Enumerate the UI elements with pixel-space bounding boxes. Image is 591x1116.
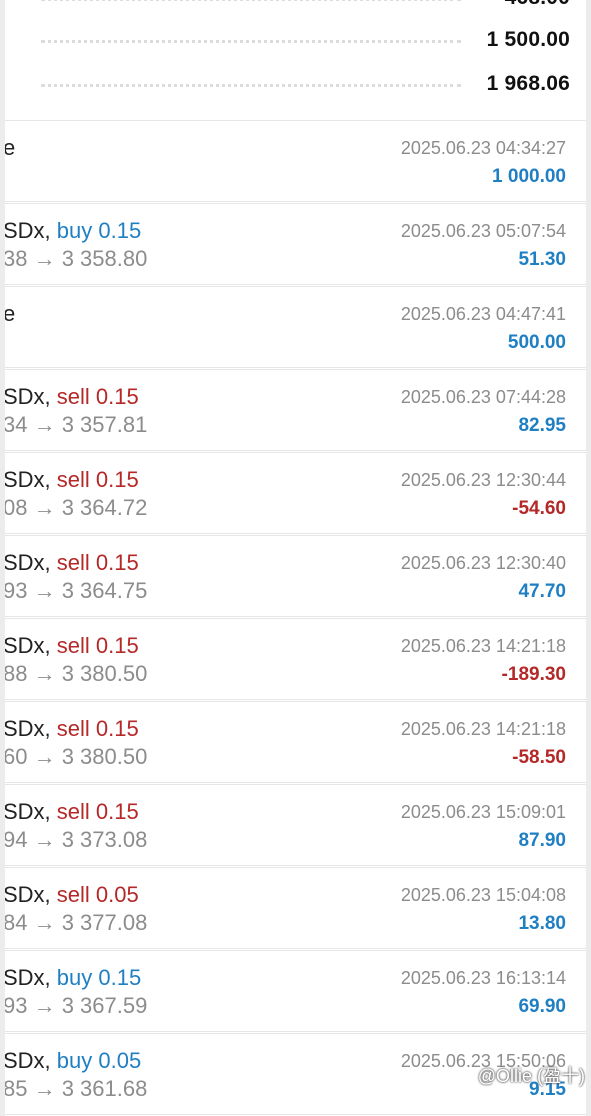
deal-side: sell xyxy=(56,384,90,409)
deal-symbol-line: SDx, sell 0.05 xyxy=(5,882,139,908)
dotted-leader xyxy=(41,0,461,1)
deal-side: sell xyxy=(56,550,90,575)
deal-symbol: SDx, xyxy=(5,965,57,990)
deal-row[interactable]: SDx, buy 0.15 38 → 3 358.80 2025.06.23 05:… xyxy=(5,203,586,285)
deal-side: sell xyxy=(56,716,90,741)
deal-volume: 0.15 xyxy=(89,799,139,824)
deals-list: e 2025.06.23 04:34:27 1 000.00 SDx, buy 0.1… xyxy=(5,120,586,1116)
deal-row[interactable]: SDx, sell 0.15 88 → 3 380.50 2025.06.23 14… xyxy=(5,618,586,700)
deal-volume: 0.15 xyxy=(89,467,139,492)
deal-symbol: e xyxy=(5,301,16,326)
watermark-text: @Ollie (盈十) xyxy=(477,1066,585,1086)
deal-profit: 87.90 xyxy=(518,830,566,851)
deal-prices: 08 → 3 364.72 xyxy=(5,495,148,520)
deal-profit: -58.50 xyxy=(512,747,566,768)
deal-symbol: SDx, xyxy=(5,218,57,243)
deal-symbol-line: SDx, sell 0.15 xyxy=(5,633,139,659)
deal-volume: 0.15 xyxy=(89,633,139,658)
deal-row[interactable]: SDx, sell 0.15 94 → 3 373.08 2025.06.23 15… xyxy=(5,784,586,866)
deal-symbol-line: SDx, sell 0.15 xyxy=(5,384,139,410)
deal-symbol-line: SDx, sell 0.15 xyxy=(5,550,139,576)
deal-row[interactable]: SDx, sell 0.15 93 → 3 364.75 2025.06.23 12… xyxy=(5,535,586,617)
deal-row[interactable]: SDx, sell 0.15 08 → 3 364.72 2025.06.23 12… xyxy=(5,452,586,534)
deal-profit: 82.95 xyxy=(518,415,566,436)
deal-row[interactable]: e 2025.06.23 04:47:41 500.00 xyxy=(5,286,586,368)
summary-row-balance: 1 500.00 xyxy=(5,18,586,62)
deal-time: 2025.06.23 04:34:27 xyxy=(400,138,566,158)
summary-row-deposit: 468.00 xyxy=(5,0,586,20)
deal-volume: 0.05 xyxy=(92,1048,142,1073)
deal-prices: 94 → 3 373.08 xyxy=(5,827,148,852)
deal-row[interactable]: SDx, buy 0.15 93 → 3 367.59 2025.06.23 16:… xyxy=(5,950,586,1032)
deal-prices: 93 → 3 367.59 xyxy=(5,993,148,1018)
deal-prices: 85 → 3 361.68 xyxy=(5,1076,148,1101)
deal-symbol-line: SDx, sell 0.15 xyxy=(5,467,139,493)
dotted-leader xyxy=(41,40,461,43)
deal-time: 2025.06.23 16:13:14 xyxy=(400,968,566,988)
deal-prices: 38 → 3 358.80 xyxy=(5,246,148,271)
deal-prices: 34 → 3 357.81 xyxy=(5,412,148,437)
deal-symbol: SDx, xyxy=(5,1048,57,1073)
deal-symbol-line: SDx, sell 0.15 xyxy=(5,716,139,742)
deal-profit: 500.00 xyxy=(507,332,566,353)
deal-side: buy xyxy=(56,1048,93,1073)
deal-symbol-line: e xyxy=(5,301,15,327)
deal-volume: 0.15 xyxy=(89,384,139,409)
deal-time: 2025.06.23 07:44:28 xyxy=(400,387,566,407)
deal-side: buy xyxy=(56,218,93,243)
deal-row[interactable]: SDx, sell 0.15 34 → 3 357.81 2025.06.23 07… xyxy=(5,369,586,451)
deal-side: sell xyxy=(56,633,90,658)
deal-profit: 51.30 xyxy=(518,249,566,270)
summary-value: 1 968.06 xyxy=(486,72,570,95)
deal-time: 2025.06.23 05:07:54 xyxy=(400,221,566,241)
summary-value: 468.00 xyxy=(505,0,570,10)
summary-row-total: 1 968.06 xyxy=(5,62,586,106)
deal-prices: 60 → 3 380.50 xyxy=(5,744,148,769)
deal-volume: 0.15 xyxy=(92,965,142,990)
deal-symbol: SDx, xyxy=(5,384,57,409)
trade-history-panel: 468.00 1 500.00 1 968.06 e 2025.06.23 04:… xyxy=(5,0,586,1116)
deal-symbol: SDx, xyxy=(5,799,57,824)
deal-symbol-line: e xyxy=(5,135,15,161)
deal-symbol: SDx, xyxy=(5,882,57,907)
deal-symbol-line: SDx, buy 0.15 xyxy=(5,965,141,991)
deal-side: sell xyxy=(56,799,90,824)
deal-time: 2025.06.23 04:47:41 xyxy=(400,304,566,324)
deal-profit: -54.60 xyxy=(512,498,566,519)
deal-volume: 0.05 xyxy=(89,882,139,907)
deal-profit: 47.70 xyxy=(518,581,566,602)
deal-symbol: e xyxy=(5,135,16,160)
deal-profit: 1 000.00 xyxy=(492,166,566,187)
deal-profit: -189.30 xyxy=(501,664,566,685)
deal-symbol: SDx, xyxy=(5,550,57,575)
deal-time: 2025.06.23 14:21:18 xyxy=(400,719,566,739)
deal-symbol: SDx, xyxy=(5,716,57,741)
deal-time: 2025.06.23 15:09:01 xyxy=(400,802,566,822)
deal-volume: 0.15 xyxy=(89,716,139,741)
deal-row[interactable]: e 2025.06.23 04:34:27 1 000.00 xyxy=(5,120,586,202)
deal-symbol-line: SDx, buy 0.05 xyxy=(5,1048,141,1074)
deal-row[interactable]: SDx, sell 0.15 60 → 3 380.50 2025.06.23 14… xyxy=(5,701,586,783)
deal-side: sell xyxy=(56,882,90,907)
deal-volume: 0.15 xyxy=(89,550,139,575)
deal-volume: 0.15 xyxy=(92,218,142,243)
deal-symbol-line: SDx, buy 0.15 xyxy=(5,218,141,244)
deal-prices: 84 → 3 377.08 xyxy=(5,910,148,935)
deal-row[interactable]: SDx, sell 0.05 84 → 3 377.08 2025.06.23 15… xyxy=(5,867,586,949)
deal-symbol: SDx, xyxy=(5,467,57,492)
deal-profit: 13.80 xyxy=(518,913,566,934)
deal-profit: 69.90 xyxy=(518,996,566,1017)
deal-prices: 93 → 3 364.75 xyxy=(5,578,148,603)
summary-value: 1 500.00 xyxy=(486,28,570,51)
deal-symbol: SDx, xyxy=(5,633,57,658)
deal-time: 2025.06.23 14:21:18 xyxy=(400,636,566,656)
deal-time: 2025.06.23 12:30:40 xyxy=(400,553,566,573)
dotted-leader xyxy=(41,84,461,87)
deal-time: 2025.06.23 12:30:44 xyxy=(400,470,566,490)
deal-prices: 88 → 3 380.50 xyxy=(5,661,148,686)
deal-side: sell xyxy=(56,467,90,492)
deal-time: 2025.06.23 15:04:08 xyxy=(400,885,566,905)
deal-side: buy xyxy=(56,965,93,990)
deal-symbol-line: SDx, sell 0.15 xyxy=(5,799,139,825)
